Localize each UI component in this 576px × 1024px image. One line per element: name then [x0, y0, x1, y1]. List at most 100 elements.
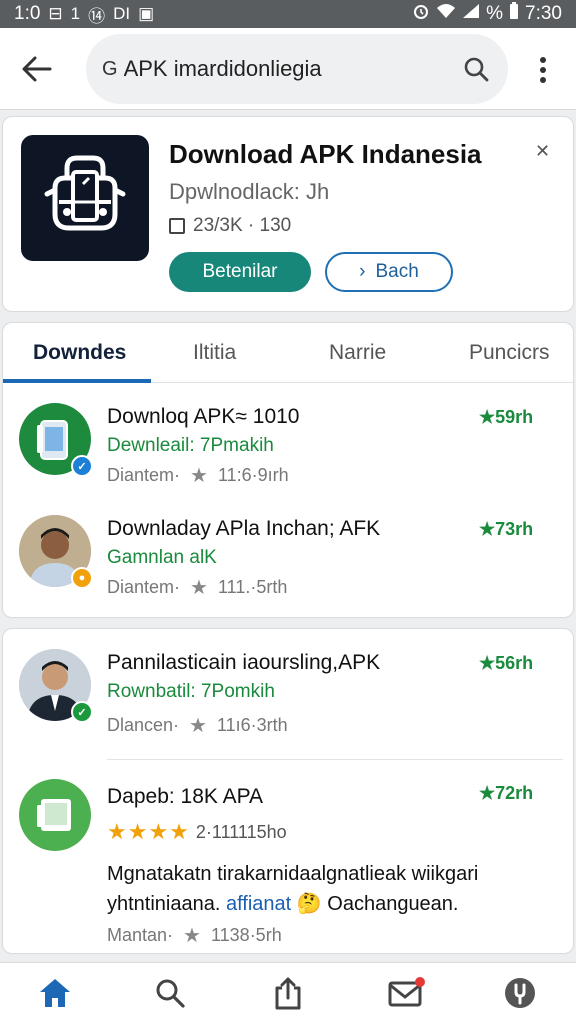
list-item-link[interactable]: Gamnlan alK — [107, 547, 217, 569]
app-header-card: Download APK Indanesia ✕ Dpwlnodlack: Jh… — [2, 116, 574, 312]
apps-card: ✓ Pannilasticain iaoursling,APK Rownbati… — [2, 628, 574, 954]
app-meta-text: 23/3K · 130 — [193, 215, 292, 236]
list-item-title: Downloq APK≈ 1010 — [107, 405, 300, 428]
avatar — [19, 779, 91, 851]
list-item[interactable]: ✓ Downloq APK≈ 1010 Dewnleail: 7Pmakih D… — [3, 399, 573, 499]
list-item-link[interactable]: Rownbatil: 7Pomkih — [107, 681, 275, 703]
more-vertical-icon — [540, 57, 546, 83]
star-icon: ★ — [190, 577, 208, 599]
tab-downloads[interactable]: Downdes — [33, 341, 126, 365]
status-icon-3: ⑭ — [88, 6, 106, 26]
signal-icon — [462, 3, 480, 25]
tab-iltitia[interactable]: Iltitia — [193, 341, 236, 365]
phone-icon — [37, 420, 68, 460]
search-query: APK imardidonliegia — [123, 56, 322, 81]
chevron-right-icon: › — [359, 261, 366, 282]
status-icon-2: 1 — [70, 4, 81, 23]
tablet-icon — [37, 799, 71, 831]
back-action-label: Bach — [375, 261, 419, 282]
alarm-icon — [412, 2, 430, 26]
search-prefix: G — [102, 57, 118, 80]
app-meta: 23/3K · 130 — [169, 215, 291, 237]
stars-count: 2·111115hо — [195, 821, 287, 842]
list-item-meta: Dlancen· ★ 11ı6·3rth — [107, 713, 288, 738]
list-item-description: Mgnatakatn tirakarnidaalgnatlieak wiikga… — [107, 859, 547, 919]
share-icon — [275, 977, 301, 1010]
app-bar: G APK imardidonliegia — [0, 28, 576, 110]
nav-mail[interactable] — [384, 973, 428, 1013]
home-icon — [40, 979, 70, 1007]
status-badge-icon: ● — [71, 567, 93, 589]
back-action-button[interactable]: › Bach — [325, 252, 453, 292]
avatar: ● — [19, 515, 93, 589]
battery-label: % — [486, 3, 504, 24]
star-icon: ★ — [190, 465, 208, 487]
meta-label: Diantem· — [107, 577, 181, 597]
settings-icon — [505, 978, 535, 1008]
meta-label: Dlancen· — [107, 715, 180, 735]
tab-indicator — [3, 379, 151, 383]
battery-icon — [509, 2, 519, 26]
bottom-navigation — [0, 962, 576, 1024]
emoji-icon: 🤔 — [296, 893, 322, 915]
meta-value: 111.·5rth — [217, 577, 288, 597]
description-tail: Oachanguean. — [327, 893, 459, 915]
meta-label: Mantan· — [107, 925, 174, 945]
app-logo-icon — [44, 155, 126, 231]
search-icon — [156, 979, 185, 1008]
divider — [107, 759, 563, 760]
verified-badge-icon: ✓ — [71, 701, 93, 723]
list-item-rating: ★56rh — [479, 653, 534, 673]
stars-icon: ★★★★ — [107, 819, 190, 844]
meta-value: 11ı6·3rth — [216, 715, 288, 735]
app-logo — [21, 135, 149, 261]
tab-narrie[interactable]: Narrie — [329, 341, 386, 365]
list-item-meta: Diantem· ★ 11:6·9ırh — [107, 463, 289, 488]
avatar: ✓ — [19, 403, 93, 477]
description-highlight[interactable]: affianat — [226, 893, 291, 915]
meta-value: 11:6·9ırh — [217, 465, 289, 485]
app-subtitle: Dpwlnodlack: Jh — [169, 179, 330, 204]
star-icon: ★ — [183, 925, 201, 947]
status-time: 7:30 — [525, 3, 562, 24]
downloads-card: Downdes Iltitia Narrie Puncicrs ✓ Downlo… — [2, 322, 574, 618]
status-icon-5: ▣ — [138, 4, 155, 23]
search-icon[interactable] — [460, 53, 492, 85]
nav-search[interactable] — [148, 973, 192, 1013]
tab-puncicrs[interactable]: Puncicrs — [469, 341, 550, 365]
close-icon[interactable]: ✕ — [535, 141, 550, 162]
status-time-left: 1:0 — [14, 3, 41, 24]
list-item[interactable]: Dapeb: 18K APA ★★★★ 2·111115hо Mgnatakat… — [3, 775, 573, 951]
search-input[interactable]: G APK imardidonliegia — [86, 34, 508, 104]
list-item-link[interactable]: Dewnleail: 7Pmakih — [107, 435, 274, 457]
tab-bar: Downdes Iltitia Narrie Puncicrs — [3, 323, 573, 383]
mail-icon — [388, 977, 425, 1007]
list-item[interactable]: ● Downladay APla Inchan; AFK Gamnlan alK… — [3, 511, 573, 611]
meta-label: Diantem· — [107, 465, 181, 485]
back-button[interactable] — [14, 46, 60, 92]
status-left: 1:0 ⊟ 1 ⑭ DI ▣ — [14, 2, 154, 27]
nav-share[interactable] — [266, 973, 310, 1013]
list-item[interactable]: ✓ Pannilasticain iaoursling,APK Rownbati… — [3, 645, 573, 753]
list-item-rating: ★73rh — [479, 519, 534, 539]
nav-home[interactable] — [33, 973, 77, 1013]
status-right: % 7:30 — [412, 2, 562, 26]
list-item-rating: ★72rh — [479, 783, 534, 803]
list-item-meta: Diantem· ★ 111.·5rth — [107, 575, 287, 600]
list-item-meta: Mantan· ★ 1138·5rh — [107, 923, 282, 948]
list-item-title: Downladay APla Inchan; AFK — [107, 517, 381, 540]
verified-badge-icon: ✓ — [71, 455, 93, 477]
meta-value: 1138·5rh — [210, 925, 282, 945]
list-item-title: Dapeb: 18K APA — [107, 785, 264, 808]
primary-action-button[interactable]: Betenilar — [169, 252, 311, 292]
nav-settings[interactable] — [498, 973, 542, 1013]
more-options-button[interactable] — [528, 52, 558, 88]
list-item-title: Pannilasticain iaoursling,APK — [107, 651, 381, 674]
status-icon-4: DI — [113, 4, 131, 23]
avatar: ✓ — [19, 649, 93, 723]
app-title: Download APK Indanesia — [169, 139, 482, 169]
star-icon: ★ — [189, 715, 207, 737]
wifi-icon — [436, 3, 456, 25]
status-icon-1: ⊟ — [48, 4, 63, 23]
arrow-left-icon — [22, 56, 52, 82]
